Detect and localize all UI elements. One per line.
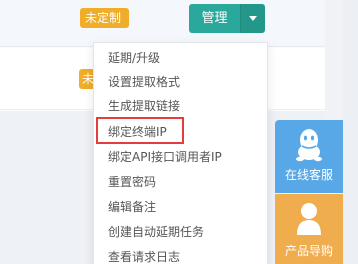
manage-dropdown-toggle[interactable] bbox=[240, 4, 265, 33]
menu-item-bind-api-ip[interactable]: 绑定API接口调用者IP bbox=[108, 146, 222, 168]
menu-item-renew-upgrade[interactable]: 延期/升级 bbox=[108, 47, 160, 69]
menu-item-auto-renew-task[interactable]: 创建自动延期任务 bbox=[108, 221, 204, 243]
menu-item-edit-note[interactable]: 编辑备注 bbox=[108, 196, 156, 218]
menu-item-extract-link[interactable]: 生成提取链接 bbox=[108, 95, 180, 117]
scroll-area bbox=[343, 0, 358, 264]
table-row bbox=[0, 0, 325, 47]
manage-dropdown-menu: 延期/升级 设置提取格式 生成提取链接 绑定终端IP 绑定API接口调用者IP … bbox=[93, 42, 268, 264]
manage-button[interactable]: 管理 bbox=[189, 4, 240, 33]
menu-item-request-log[interactable]: 查看请求日志 bbox=[108, 246, 180, 264]
highlight-box bbox=[96, 117, 184, 144]
product-guide-button[interactable]: 产品导购 bbox=[275, 194, 343, 264]
customer-service-label: 在线客服 bbox=[284, 168, 333, 182]
user-icon bbox=[296, 201, 322, 241]
menu-item-extract-format[interactable]: 设置提取格式 bbox=[108, 71, 180, 93]
menu-item-reset-password[interactable]: 重置密码 bbox=[108, 171, 156, 193]
manage-button-group: 管理 bbox=[189, 4, 265, 33]
product-guide-label: 产品导购 bbox=[284, 244, 333, 258]
page: 未定制 未 管理 延期/升级 设置提取格式 生成提取链接 绑定终端IP 绑定AP… bbox=[0, 0, 358, 264]
customer-service-button[interactable]: 在线客服 bbox=[275, 120, 343, 193]
qq-icon bbox=[296, 128, 322, 168]
status-badge: 未定制 bbox=[80, 8, 129, 28]
